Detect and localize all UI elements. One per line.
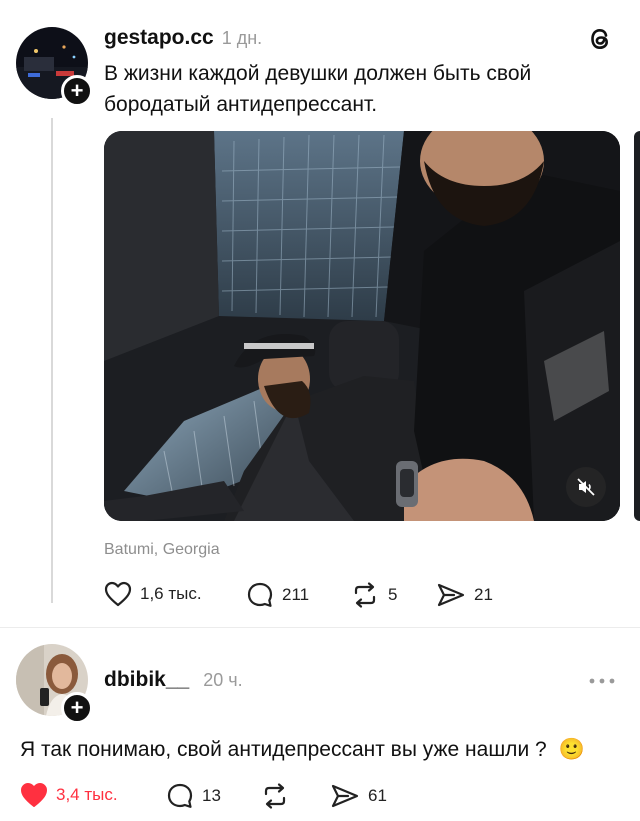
- post-divider: [0, 627, 640, 628]
- mute-toggle-button[interactable]: [566, 467, 606, 507]
- reply-like-count: 3,4 тыс.: [56, 785, 118, 804]
- comment-count: 211: [282, 585, 310, 604]
- like-button[interactable]: 1,6 тыс.: [104, 581, 202, 607]
- share-count: 21: [474, 585, 493, 604]
- reply-repost-button[interactable]: [260, 782, 298, 810]
- reply-follow-plus-button[interactable]: +: [61, 692, 93, 724]
- post-text: В жизни каждой девушки должен быть свой …: [104, 58, 531, 120]
- more-options-button[interactable]: [588, 674, 616, 688]
- repost-icon: [264, 783, 286, 809]
- heart-icon: [104, 581, 132, 607]
- comment-bubble-icon: [167, 783, 193, 808]
- reply-share-count: 61: [368, 786, 387, 805]
- repost-button[interactable]: 5: [350, 581, 397, 609]
- reply-comment-count: 13: [202, 786, 221, 805]
- follow-plus-button[interactable]: +: [61, 75, 93, 107]
- thread-connector-line: [51, 118, 53, 603]
- next-media-peek[interactable]: [634, 131, 640, 521]
- smile-emoji: 🙂: [558, 738, 585, 761]
- post-location[interactable]: Batumi, Georgia: [104, 541, 220, 559]
- threads-logo-icon[interactable]: [585, 24, 615, 54]
- like-count: 1,6 тыс.: [140, 584, 202, 603]
- comment-bubble-icon: [247, 582, 273, 607]
- post-username[interactable]: gestapo.cc: [104, 26, 214, 50]
- share-button[interactable]: 21: [436, 581, 493, 609]
- comment-button[interactable]: 211: [246, 581, 309, 609]
- reply-username[interactable]: dbibik__: [104, 668, 189, 692]
- reply-text: Я так понимаю, свой антидепрессант вы уж…: [20, 734, 585, 765]
- reply-share-button[interactable]: 61: [330, 782, 387, 810]
- video-frame-illustration: [104, 131, 620, 521]
- repost-count: 5: [388, 585, 398, 604]
- reply-like-button[interactable]: 3,4 тыс.: [20, 782, 118, 808]
- more-horizontal-icon: [589, 678, 615, 684]
- muted-speaker-icon: [577, 478, 595, 496]
- post-text-line-1: В жизни каждой девушки должен быть свой: [104, 62, 532, 85]
- post-text-line-2: бородатый антидепрессант.: [104, 93, 378, 116]
- post-time: 1 дн.: [221, 28, 263, 48]
- reply-header: dbibik__ 20 ч.: [104, 668, 243, 692]
- reply-text-body: Я так понимаю, свой антидепрессант вы уж…: [20, 738, 547, 761]
- heart-filled-icon: [21, 783, 47, 807]
- post-video[interactable]: [104, 131, 620, 521]
- reply-time: 20 ч.: [203, 670, 243, 690]
- reply-comment-button[interactable]: 13: [166, 782, 221, 810]
- repost-icon: [354, 582, 376, 608]
- send-icon: [437, 583, 465, 607]
- post-header: gestapo.cc 1 дн.: [104, 26, 262, 50]
- send-icon: [331, 784, 359, 808]
